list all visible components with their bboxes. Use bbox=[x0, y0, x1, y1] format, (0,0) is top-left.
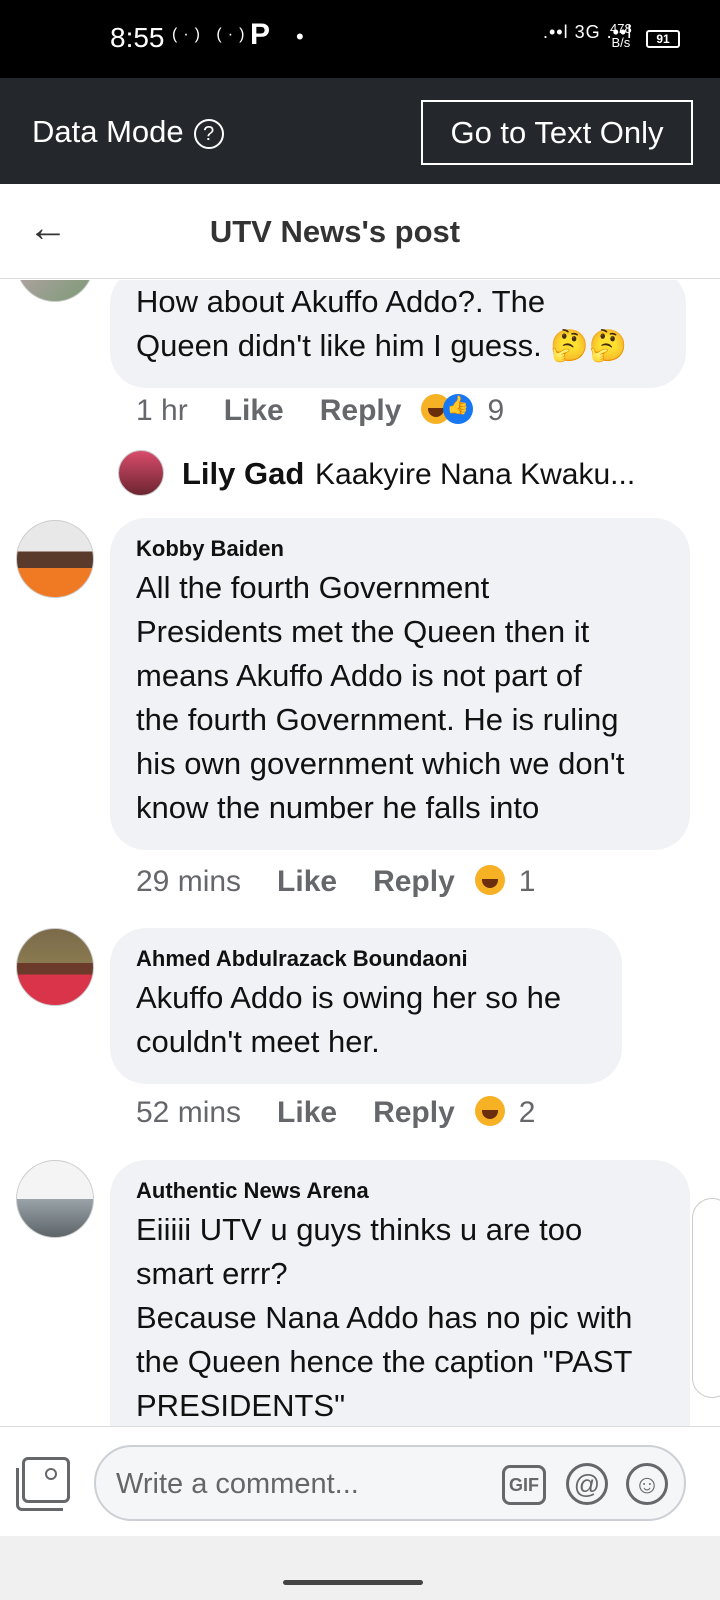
go-to-text-only-button[interactable]: Go to Text Only bbox=[421, 100, 693, 165]
avatar[interactable] bbox=[16, 928, 94, 1006]
comment-text: All the fourth Government Presidents met… bbox=[136, 566, 664, 830]
reply-author: Lily Gad bbox=[182, 456, 305, 491]
avatar bbox=[118, 450, 164, 496]
comment-author[interactable]: Authentic News Arena bbox=[136, 1178, 664, 1204]
p-icon: P bbox=[250, 18, 271, 51]
comment-line: means Akuffo Addo is not part of bbox=[136, 658, 582, 693]
post-header: ← UTV News's post bbox=[0, 184, 720, 279]
network-speed: 478 B/s bbox=[610, 22, 632, 50]
notification-dot-icon: • bbox=[296, 24, 304, 49]
comment-composer: GIF @ ☺ bbox=[0, 1426, 720, 1536]
reaction-count[interactable]: 2 bbox=[519, 1096, 536, 1130]
scroll-indicator[interactable] bbox=[692, 1198, 720, 1398]
comment-text: Eiiiii UTV u guys thinks u are too smart… bbox=[136, 1208, 664, 1426]
like-reaction-icon[interactable] bbox=[443, 394, 474, 424]
comment-line: All the fourth Government bbox=[136, 570, 490, 605]
comment-author[interactable]: Ahmed Abdulrazack Boundaoni bbox=[136, 946, 596, 972]
comment-time: 52 mins bbox=[136, 1096, 242, 1129]
reply-button[interactable]: Reply bbox=[320, 394, 402, 428]
comment-line: Eiiiii UTV u guys thinks u are too bbox=[136, 1212, 583, 1247]
comment-line: know the number he falls into bbox=[136, 790, 540, 825]
reaction-count[interactable]: 1 bbox=[519, 865, 536, 899]
comment-bubble[interactable]: How about Akuffo Addo?. The Queen didn't… bbox=[110, 280, 686, 388]
comment-actions: 29 mins Like Reply 1 bbox=[136, 865, 535, 899]
comment-line: Akuffo Addo is owing her so he bbox=[136, 980, 562, 1015]
comment-line: PRESIDENTS" bbox=[136, 1388, 346, 1423]
speed-unit: B/s bbox=[611, 35, 631, 50]
photo-icon[interactable] bbox=[16, 1457, 70, 1511]
comment-line: the fourth Government. He is ruling bbox=[136, 702, 619, 737]
comment-actions: 1 hr Like Reply 9 bbox=[136, 394, 504, 428]
info-icon[interactable]: ? bbox=[193, 119, 224, 149]
comment-line: his own government which we don't bbox=[136, 746, 625, 781]
page-title: UTV News's post bbox=[209, 214, 461, 249]
comment-text: Akuffo Addo is owing her so he couldn't … bbox=[136, 976, 596, 1064]
comment-actions: 52 mins Like Reply 2 bbox=[136, 1096, 535, 1130]
mention-icon[interactable]: @ bbox=[566, 1463, 608, 1505]
data-mode-banner: Data Mode? Go to Text Only bbox=[0, 78, 720, 184]
hotspot-icons: (·) (·) bbox=[172, 26, 251, 43]
like-button[interactable]: Like bbox=[277, 1096, 337, 1130]
comment-author[interactable]: Kobby Baiden bbox=[136, 536, 664, 562]
system-nav-bar bbox=[0, 1536, 720, 1600]
comment-bubble[interactable]: Authentic News Arena Eiiiii UTV u guys t… bbox=[110, 1160, 690, 1426]
battery-icon: 91 bbox=[646, 30, 680, 48]
status-time: 8:55 bbox=[110, 22, 165, 53]
gif-icon[interactable]: GIF bbox=[502, 1465, 546, 1505]
reply-text: Kaakyire Nana Kwaku... bbox=[315, 458, 636, 491]
comment-line: Because Nana Addo has no pic with bbox=[136, 1300, 633, 1335]
reaction-count[interactable]: 9 bbox=[487, 394, 504, 428]
status-bar: 8:55 (·) (·) P • .••l 3G .••l 478 B/s 91 bbox=[0, 0, 720, 78]
like-button[interactable]: Like bbox=[277, 865, 337, 899]
haha-reaction-icon[interactable] bbox=[474, 1096, 505, 1126]
comment-line: How about Akuffo Addo?. The bbox=[136, 284, 546, 319]
emoji-icon[interactable]: ☺ bbox=[626, 1463, 668, 1505]
comment-text: How about Akuffo Addo?. The Queen didn't… bbox=[136, 280, 660, 368]
comments-feed[interactable]: How about Akuffo Addo?. The Queen didn't… bbox=[0, 280, 720, 1426]
comment-time: 29 mins bbox=[136, 865, 242, 898]
comment-time: 1 hr bbox=[136, 394, 188, 427]
data-mode-text: Data Mode bbox=[32, 114, 184, 149]
comment-line: couldn't meet her. bbox=[136, 1024, 380, 1059]
comment-bubble[interactable]: Kobby Baiden All the fourth Government P… bbox=[110, 518, 690, 850]
reply-button[interactable]: Reply bbox=[373, 1096, 455, 1130]
avatar[interactable] bbox=[16, 280, 94, 302]
comment-line: the Queen hence the caption "PAST bbox=[136, 1344, 633, 1379]
avatar[interactable] bbox=[16, 1160, 94, 1238]
comment-field[interactable]: GIF @ ☺ bbox=[94, 1445, 686, 1521]
like-button[interactable]: Like bbox=[224, 394, 284, 428]
avatar[interactable] bbox=[16, 520, 94, 598]
comment-bubble[interactable]: Ahmed Abdulrazack Boundaoni Akuffo Addo … bbox=[110, 928, 622, 1084]
comment-input[interactable] bbox=[116, 1465, 496, 1503]
home-handle[interactable] bbox=[283, 1580, 423, 1585]
comment-line: smart errr? bbox=[136, 1256, 288, 1291]
reply-button[interactable]: Reply bbox=[373, 865, 455, 899]
comment-line: Presidents met the Queen then it bbox=[136, 614, 590, 649]
data-mode-label: Data Mode? bbox=[32, 114, 224, 150]
comment-line: Queen didn't like him I guess. 🤔🤔 bbox=[136, 328, 628, 363]
haha-reaction-icon[interactable] bbox=[474, 865, 505, 895]
speed-value: 478 bbox=[610, 21, 632, 36]
